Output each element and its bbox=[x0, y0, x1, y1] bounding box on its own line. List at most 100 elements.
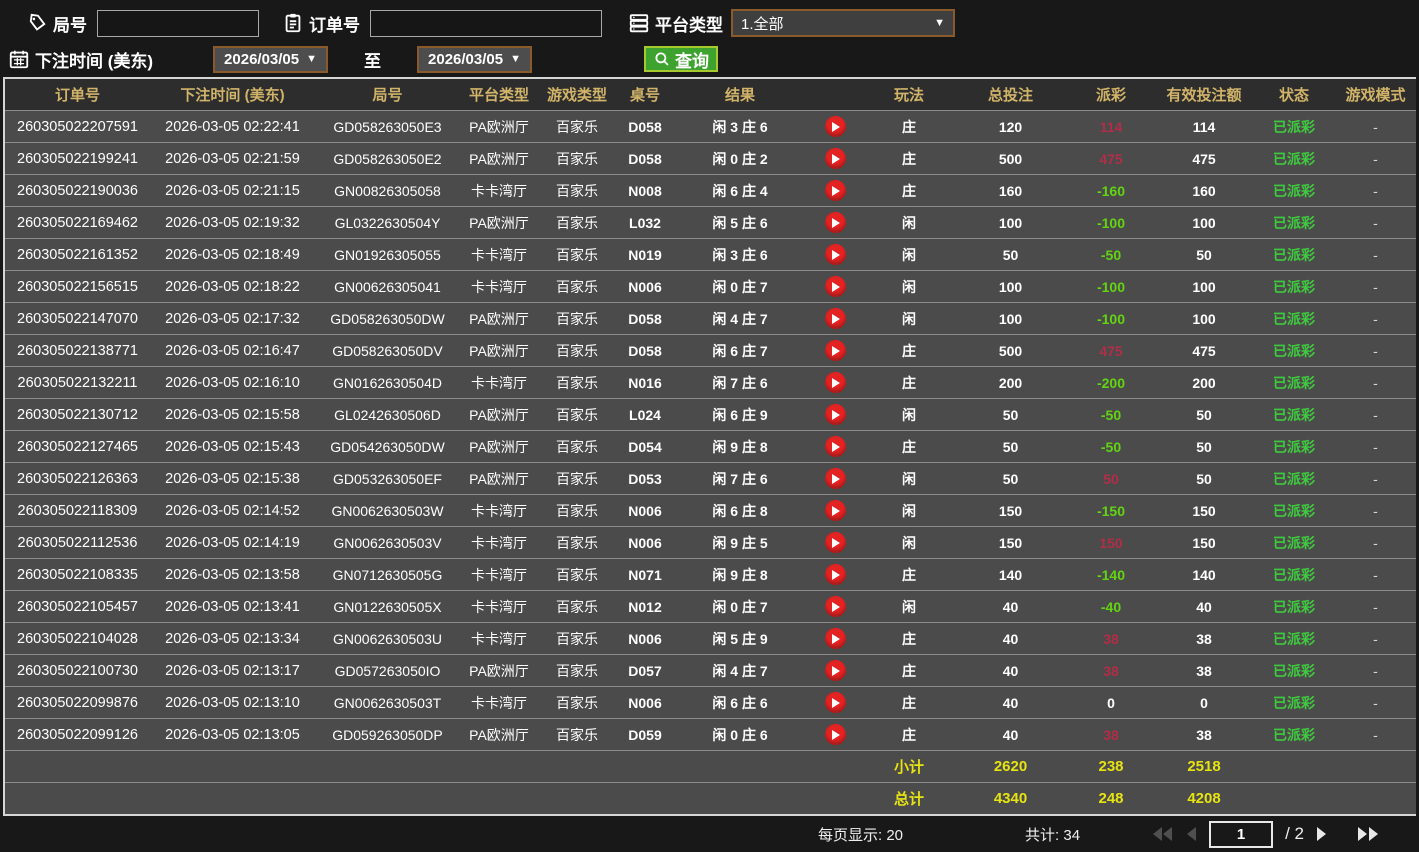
table-row: 260305022169462 2026-03-05 02:19:32 GL0322… bbox=[5, 206, 1416, 239]
search-button[interactable]: 查询 bbox=[643, 46, 718, 72]
table-row: 260305022118309 2026-03-05 02:14:52 GN0062… bbox=[5, 494, 1416, 527]
cell-status: 已派彩 bbox=[1253, 398, 1335, 431]
date-to-value: 2026/03/05 bbox=[428, 50, 504, 68]
table-row: 260305022099126 2026-03-05 02:13:05 GD0592… bbox=[5, 718, 1416, 751]
play-icon[interactable] bbox=[824, 596, 846, 617]
total-row-empty-cell bbox=[5, 782, 150, 814]
cell-platform: PA欧洲厅 bbox=[460, 718, 538, 751]
cell-game: 百家乐 bbox=[538, 526, 616, 559]
cell-payout: 0 bbox=[1067, 686, 1155, 719]
play-icon[interactable] bbox=[824, 212, 846, 233]
play-icon[interactable] bbox=[824, 724, 846, 745]
round-number-input[interactable] bbox=[97, 9, 259, 37]
next-page-button[interactable] bbox=[1316, 827, 1327, 841]
cell-table: D058 bbox=[616, 110, 674, 143]
cell-time: 2026-03-05 02:21:15 bbox=[150, 174, 315, 207]
play-icon[interactable] bbox=[824, 180, 846, 201]
cell-valid: 114 bbox=[1155, 110, 1253, 143]
cell-side: 庄 bbox=[864, 174, 954, 207]
table-row: 260305022156515 2026-03-05 02:18:22 GN0062… bbox=[5, 270, 1416, 303]
total-row-empty-cell bbox=[538, 782, 616, 814]
cell-payout: -150 bbox=[1067, 494, 1155, 527]
play-icon[interactable] bbox=[824, 116, 846, 137]
cell-game: 百家乐 bbox=[538, 494, 616, 527]
cell-order: 260305022207591 bbox=[5, 110, 150, 143]
play-icon[interactable] bbox=[824, 340, 846, 361]
play-icon[interactable] bbox=[824, 308, 846, 329]
cell-round: GD054263050DW bbox=[315, 430, 460, 463]
play-icon[interactable] bbox=[824, 436, 846, 457]
total-row-empty-cell bbox=[806, 782, 864, 814]
last-page-button[interactable] bbox=[1357, 827, 1379, 841]
cell-play bbox=[806, 430, 864, 463]
play-icon[interactable] bbox=[824, 468, 846, 489]
page-number-input[interactable] bbox=[1209, 820, 1274, 848]
cell-game: 百家乐 bbox=[538, 462, 616, 495]
column-header: 下注时间 (美东) bbox=[150, 79, 315, 111]
first-page-button[interactable] bbox=[1152, 827, 1174, 841]
cell-round: GN01926305055 bbox=[315, 238, 460, 271]
play-icon[interactable] bbox=[824, 372, 846, 393]
cell-side: 闲 bbox=[864, 206, 954, 239]
column-header: 派彩 bbox=[1067, 79, 1155, 111]
round-number-label: 局号 bbox=[53, 15, 87, 35]
cell-result: 闲 9 庄 5 bbox=[674, 526, 806, 559]
cell-order: 260305022127465 bbox=[5, 430, 150, 463]
cell-status: 已派彩 bbox=[1253, 302, 1335, 335]
total-row-empty-cell bbox=[616, 782, 674, 814]
cell-play bbox=[806, 334, 864, 367]
date-from-picker[interactable]: 2026/03/05 ▼ bbox=[213, 45, 329, 73]
platform-type-label: 平台类型 bbox=[655, 15, 723, 35]
cell-table: N012 bbox=[616, 590, 674, 623]
cell-status: 已派彩 bbox=[1253, 558, 1335, 591]
play-icon[interactable] bbox=[824, 532, 846, 553]
cell-order: 260305022138771 bbox=[5, 334, 150, 367]
cell-bet: 140 bbox=[954, 558, 1067, 591]
play-icon[interactable] bbox=[824, 244, 846, 265]
cell-game: 百家乐 bbox=[538, 654, 616, 687]
subtotal-row-empty-cell bbox=[1335, 750, 1416, 783]
cell-game: 百家乐 bbox=[538, 142, 616, 175]
play-icon[interactable] bbox=[824, 404, 846, 425]
total-count-label: 共计: 34 bbox=[1025, 826, 1081, 844]
cell-mode: - bbox=[1335, 558, 1416, 591]
cell-valid: 50 bbox=[1155, 462, 1253, 495]
cell-time: 2026-03-05 02:17:32 bbox=[150, 302, 315, 335]
play-icon[interactable] bbox=[824, 660, 846, 681]
cell-result: 闲 6 庄 8 bbox=[674, 494, 806, 527]
cell-round: GD058263050DV bbox=[315, 334, 460, 367]
cell-table: L024 bbox=[616, 398, 674, 431]
table-row: 260305022207591 2026-03-05 02:22:41 GD0582… bbox=[5, 110, 1416, 143]
cell-order: 260305022132211 bbox=[5, 366, 150, 399]
order-number-input[interactable] bbox=[370, 9, 602, 37]
calendar-icon bbox=[8, 48, 30, 70]
total-row-empty-cell bbox=[150, 782, 315, 814]
play-icon[interactable] bbox=[824, 628, 846, 649]
play-icon[interactable] bbox=[824, 564, 846, 585]
play-icon[interactable] bbox=[824, 500, 846, 521]
table-row: 260305022104028 2026-03-05 02:13:34 GN0062… bbox=[5, 622, 1416, 655]
cell-mode: - bbox=[1335, 462, 1416, 495]
play-icon[interactable] bbox=[824, 148, 846, 169]
cell-side: 庄 bbox=[864, 110, 954, 143]
platform-type-select[interactable]: 1.全部 ▼ bbox=[731, 9, 955, 37]
cell-platform: 卡卡湾厅 bbox=[460, 270, 538, 303]
subtotal-row-empty-cell bbox=[616, 750, 674, 783]
cell-side: 闲 bbox=[864, 494, 954, 527]
cell-order: 260305022190036 bbox=[5, 174, 150, 207]
cell-play bbox=[806, 622, 864, 655]
cell-status: 已派彩 bbox=[1253, 622, 1335, 655]
cell-result: 闲 5 庄 6 bbox=[674, 206, 806, 239]
total-row-empty-cell bbox=[674, 782, 806, 814]
date-to-picker[interactable]: 2026/03/05 ▼ bbox=[417, 45, 532, 73]
cell-round: GD059263050DP bbox=[315, 718, 460, 751]
cell-status: 已派彩 bbox=[1253, 174, 1335, 207]
cell-payout: 475 bbox=[1067, 142, 1155, 175]
subtotal-row-empty-cell bbox=[5, 750, 150, 783]
cell-status: 已派彩 bbox=[1253, 238, 1335, 271]
prev-page-button[interactable] bbox=[1186, 827, 1197, 841]
cell-order: 260305022156515 bbox=[5, 270, 150, 303]
play-icon[interactable] bbox=[824, 692, 846, 713]
cell-side: 闲 bbox=[864, 270, 954, 303]
play-icon[interactable] bbox=[824, 276, 846, 297]
